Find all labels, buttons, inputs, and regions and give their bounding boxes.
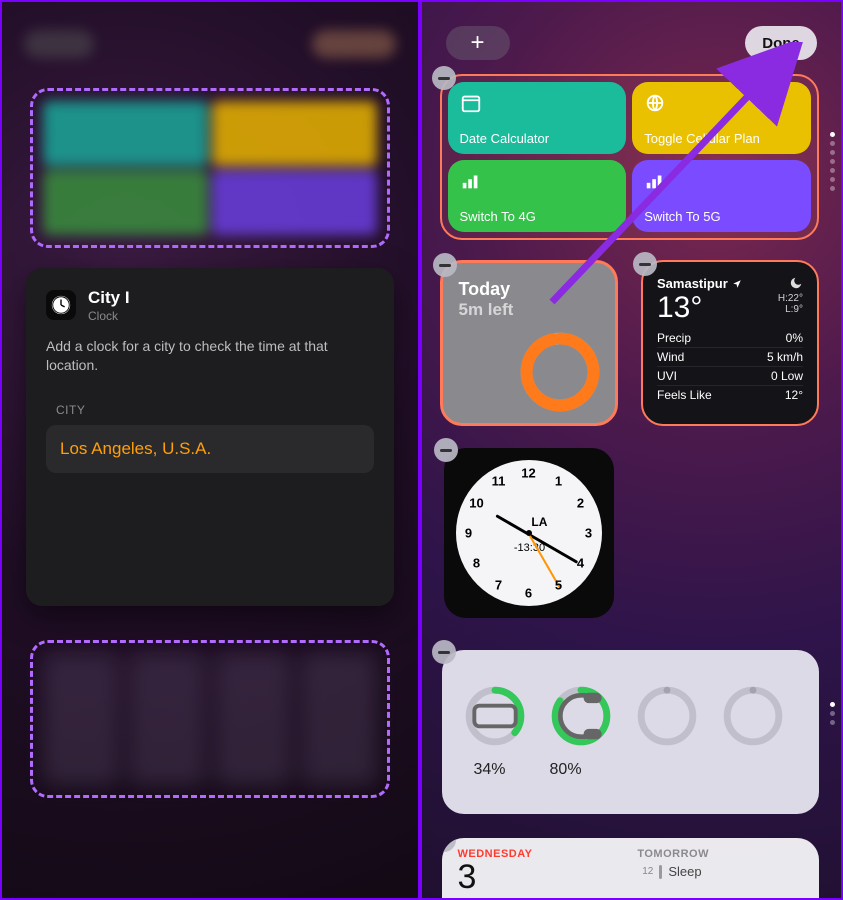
weather-row-key: UVI: [657, 369, 677, 383]
weather-row-val: 5 km/h: [767, 350, 803, 364]
city-field-label: CITY: [56, 403, 374, 417]
battery-ring: [464, 685, 526, 747]
clock-face: LA -13:30 123456789101112: [456, 460, 602, 606]
today-ring-icon: [517, 329, 603, 415]
add-widget-button[interactable]: +: [446, 26, 510, 60]
calendar-event-bar: [659, 865, 662, 879]
stack-page-dots[interactable]: [830, 702, 835, 725]
today-title: Today: [459, 279, 599, 300]
annotation-dashed-box-top: [30, 88, 390, 248]
location-arrow-icon: [732, 279, 742, 289]
remove-widget-button[interactable]: [442, 838, 456, 852]
city-field[interactable]: Los Angeles, U.S.A.: [46, 425, 374, 473]
done-button[interactable]: Done: [745, 26, 817, 60]
moon-icon: [789, 276, 803, 290]
blurred-pill: [24, 30, 94, 58]
shortcut-tile[interactable]: Switch To 5G: [632, 160, 811, 232]
shortcut-tile[interactable]: Date Calculator: [448, 82, 627, 154]
calendar-widget[interactable]: WEDNESDAY 3 TOMORROW 12 Sleep: [442, 838, 820, 898]
calendar-event-time: 12: [637, 866, 653, 877]
today-widget[interactable]: Today 5m left: [440, 260, 618, 426]
clock-city-code: LA: [531, 515, 547, 529]
clock-widget[interactable]: LA -13:30 123456789101112: [444, 448, 614, 618]
globe-icon: [644, 92, 666, 114]
battery-percent: 34%: [474, 761, 506, 779]
weather-row-val: 0%: [786, 331, 803, 345]
shortcut-tile[interactable]: Toggle Cellular Plan: [632, 82, 811, 154]
batteries-widget[interactable]: 34% 80%: [442, 650, 820, 814]
remove-widget-button[interactable]: [432, 66, 456, 90]
edit-title: City I: [88, 288, 130, 308]
weather-row-val: 12°: [785, 388, 803, 402]
weather-widget[interactable]: Samastipur H:22° L:9° 13° Precip0%Wind5 …: [641, 260, 819, 426]
annotation-dashed-box-bottom: [30, 640, 390, 798]
left-pane: City I Clock Add a clock for a city to c…: [2, 2, 422, 898]
today-subtitle: 5m left: [459, 300, 599, 320]
signal-icon: [460, 170, 482, 192]
weather-lo: L:9°: [778, 304, 803, 315]
remove-widget-button[interactable]: [633, 252, 657, 276]
calendar-event-title: Sleep: [668, 864, 701, 879]
calendar-day-number: 3: [458, 860, 624, 894]
calendar-tomorrow-label: TOMORROW: [637, 848, 803, 860]
battery-ring: [550, 685, 612, 747]
shortcut-label: Switch To 5G: [644, 209, 799, 224]
shortcut-tile[interactable]: Switch To 4G: [448, 160, 627, 232]
weather-row-val: 0 Low: [771, 369, 803, 383]
weather-row-key: Wind: [657, 350, 684, 364]
calendar-day-name: WEDNESDAY: [458, 848, 624, 860]
shortcut-label: Switch To 4G: [460, 209, 615, 224]
right-pane: + Done Date Calculator Toggle Cellular P…: [422, 2, 842, 898]
stack-page-dots[interactable]: [830, 132, 835, 191]
weather-hi: H:22°: [778, 293, 803, 304]
blurred-pill: [312, 30, 396, 58]
clock-hour-hand: [495, 514, 529, 536]
weather-row-key: Precip: [657, 331, 691, 345]
remove-widget-button[interactable]: [433, 253, 457, 277]
shortcuts-widget[interactable]: Date Calculator Toggle Cellular Plan Swi…: [440, 74, 820, 240]
calendar-icon: [460, 92, 482, 114]
edit-description: Add a clock for a city to check the time…: [46, 337, 374, 375]
remove-widget-button[interactable]: [432, 640, 456, 664]
weather-row-key: Feels Like: [657, 388, 712, 402]
widget-edit-card: City I Clock Add a clock for a city to c…: [26, 268, 394, 606]
remove-widget-button[interactable]: [434, 438, 458, 462]
battery-ring: [636, 685, 698, 747]
battery-percent: 80%: [550, 761, 582, 779]
shortcut-label: Toggle Cellular Plan: [644, 131, 799, 146]
clock-app-icon: [46, 290, 76, 320]
signal-icon: [644, 170, 666, 192]
edit-subtitle: Clock: [88, 309, 130, 323]
shortcut-label: Date Calculator: [460, 131, 615, 146]
battery-ring: [722, 685, 784, 747]
